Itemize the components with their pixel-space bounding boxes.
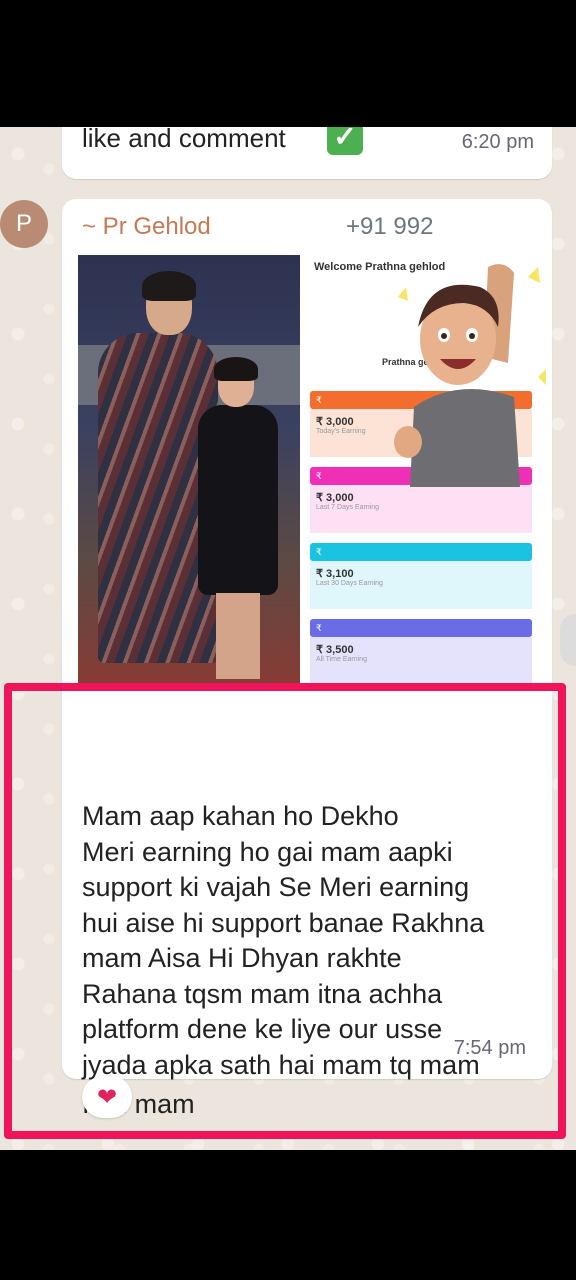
- scroll-handle[interactable]: [560, 614, 576, 666]
- chat-area: like and comment ✓ 6:20 pm P ~ Pr Gehlod…: [0, 127, 576, 1150]
- earning-card: ₹ ₹ 3,500 All Time Earning: [310, 619, 532, 685]
- highlight-frame: [4, 683, 566, 1139]
- girl-figure: [198, 405, 278, 595]
- card-amount: ₹ 3,500: [316, 644, 354, 656]
- previous-message-bubble[interactable]: like and comment ✓ 6:20 pm: [62, 127, 552, 179]
- card-body: ₹ 3,000 Last 7 Days Earning: [310, 485, 532, 533]
- sticker-shirt: [410, 389, 520, 487]
- card-header: ₹: [310, 543, 532, 561]
- family-photo: [78, 255, 300, 691]
- card-amount: ₹ 3,000: [316, 492, 354, 504]
- girl-hair: [214, 357, 258, 381]
- sender-name[interactable]: ~ Pr Gehlod: [82, 213, 211, 241]
- woman-hair: [142, 271, 196, 301]
- previous-message-time: 6:20 pm: [461, 131, 534, 153]
- card-label: Last 7 Days Earning: [316, 504, 380, 511]
- card-amount: ₹ 3,100: [316, 568, 354, 580]
- girl-legs: [216, 593, 260, 679]
- card-label: All Time Earning: [316, 656, 367, 663]
- check-mark-icon: ✓: [327, 127, 363, 155]
- sender-phone[interactable]: +91 992: [346, 213, 433, 241]
- previous-message-text: like and comment: [82, 127, 286, 153]
- heart-reaction[interactable]: ❤: [82, 1076, 132, 1118]
- avatar-sticker: [394, 264, 546, 487]
- sender-avatar[interactable]: P: [0, 200, 48, 248]
- card-body: ₹ 3,500 All Time Earning: [310, 637, 532, 685]
- card-header: ₹: [310, 619, 532, 637]
- card-label: Last 30 Days Earning: [316, 580, 383, 587]
- earning-card: ₹ ₹ 3,100 Last 30 Days Earning: [310, 543, 532, 609]
- card-body: ₹ 3,100 Last 30 Days Earning: [310, 561, 532, 609]
- sticker-fist: [394, 426, 422, 458]
